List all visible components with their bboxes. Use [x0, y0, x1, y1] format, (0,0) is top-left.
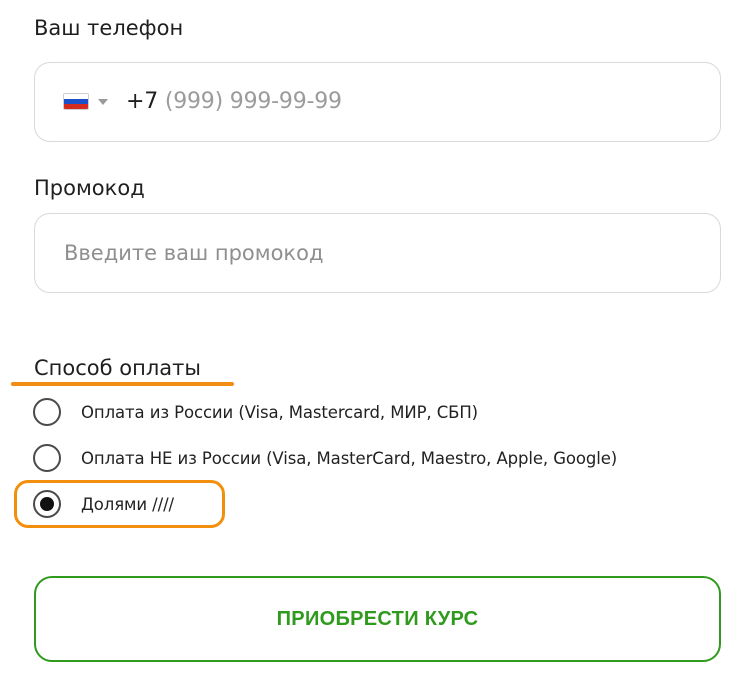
- phone-placeholder: (999) 999-99-99: [164, 89, 342, 114]
- payment-option-label: Оплата НЕ из России (Visa, MasterCard, M…: [81, 448, 618, 468]
- phone-prefix: +7: [126, 89, 159, 114]
- phone-field[interactable]: +7 (999) 999-99-99: [34, 62, 721, 142]
- payment-option-label: Оплата из России (Visa, Mastercard, МИР,…: [81, 402, 478, 422]
- payment-title: Способ оплаты: [34, 356, 201, 380]
- payment-title-underline: [11, 382, 234, 386]
- payment-option-installments[interactable]: Долями ////: [33, 490, 174, 518]
- payment-option-label: Долями ////: [81, 494, 175, 514]
- caret-down-icon: [98, 98, 108, 105]
- promo-label: Промокод: [34, 176, 145, 200]
- radio-button[interactable]: [33, 398, 61, 426]
- russia-flag-icon: [63, 93, 89, 110]
- payment-option-russia[interactable]: Оплата из России (Visa, Mastercard, МИР,…: [33, 398, 478, 426]
- radio-button-selected[interactable]: [33, 490, 61, 518]
- payment-option-foreign[interactable]: Оплата НЕ из России (Visa, MasterCard, M…: [33, 444, 617, 472]
- promo-field[interactable]: Введите ваш промокод: [34, 213, 721, 293]
- phone-input[interactable]: +7 (999) 999-99-99: [126, 89, 342, 114]
- radio-dot: [40, 497, 54, 511]
- promo-placeholder: Введите ваш промокод: [64, 241, 324, 265]
- country-selector[interactable]: [63, 93, 108, 110]
- radio-button[interactable]: [33, 444, 61, 472]
- buy-course-button[interactable]: ПРИОБРЕСТИ КУРС: [34, 576, 721, 662]
- phone-label: Ваш телефон: [34, 16, 184, 40]
